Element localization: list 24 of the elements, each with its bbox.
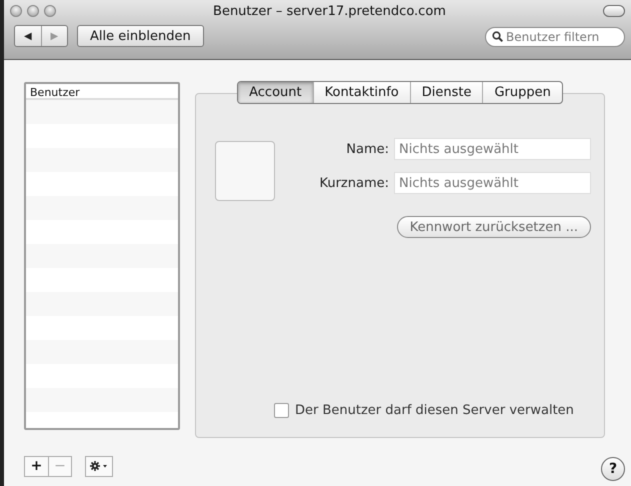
user-picture-well[interactable] [215,141,275,201]
back-button[interactable]: ◀ [15,26,41,46]
search-icon [492,31,503,42]
checkbox[interactable] [274,403,289,418]
show-all-button[interactable]: Alle einblenden [77,25,204,47]
input-field[interactable]: Nichts ausgewählt [394,172,591,194]
window-control-button[interactable] [27,5,39,17]
tab[interactable]: Account [238,82,313,103]
toolbar-toggle-button[interactable] [603,5,625,17]
add-button[interactable]: + [25,456,48,476]
action-menu-button[interactable] [85,456,113,476]
help-button[interactable]: ? [601,457,625,481]
window-control-button[interactable] [10,5,22,17]
search-field[interactable]: Benutzer filtern [485,27,625,47]
tab[interactable]: Gruppen [482,82,562,103]
field-label: Kurzname: [318,176,389,190]
checkbox-label: Der Benutzer darf diesen Server verwalten [295,403,574,418]
tab[interactable]: Kontaktinfo [312,82,410,103]
tab[interactable]: Dienste [410,82,482,103]
input-field[interactable]: Nichts ausgewählt [394,138,591,160]
window-title: Benutzer – server17.pretendco.com [212,4,447,18]
gear-icon [90,461,108,471]
field-label: Name: [345,142,389,156]
window-control-button[interactable] [44,5,56,17]
